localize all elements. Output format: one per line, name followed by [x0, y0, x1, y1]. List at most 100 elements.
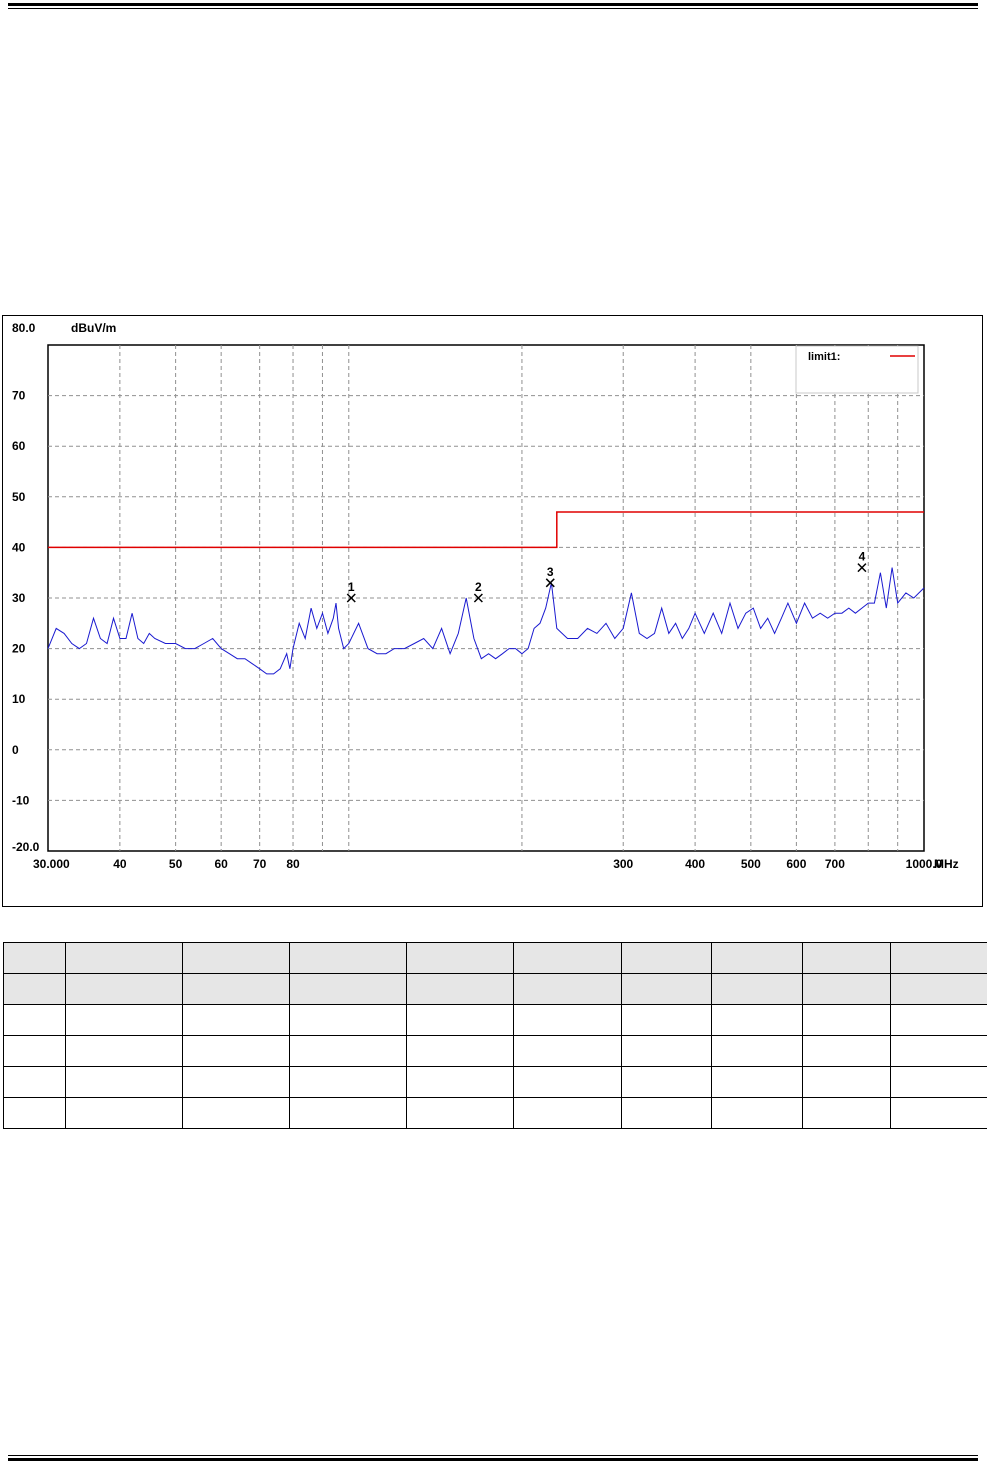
x-tick-label: 300: [613, 857, 633, 871]
table-cell: [406, 1035, 514, 1067]
table-cell: [3, 1004, 66, 1036]
x-tick-label: 30.000: [33, 857, 70, 871]
table-cell: [621, 1097, 712, 1129]
peak-marker-label: 1: [348, 580, 355, 594]
table-cell: [802, 973, 891, 1005]
y-tick-label: 60: [12, 439, 26, 453]
table-cell: [621, 1035, 712, 1067]
y-tick-label: 10: [12, 692, 26, 706]
table-cell: [513, 1004, 622, 1036]
table-cell: [182, 1035, 290, 1067]
table-cell: [513, 1035, 622, 1067]
table-cell: [65, 973, 183, 1005]
table-cell: [621, 973, 712, 1005]
table-cell: [182, 1097, 290, 1129]
header-rule-thick: [8, 3, 978, 6]
table-cell: [513, 942, 622, 974]
table-cell: [289, 1035, 407, 1067]
table-cell: [406, 942, 514, 974]
table-cell: [289, 973, 407, 1005]
table-cell: [802, 1097, 891, 1129]
table-cell: [513, 1097, 622, 1129]
table-row: [3, 1066, 987, 1098]
table-cell: [802, 942, 891, 974]
table-row: [3, 1004, 987, 1036]
table-cell: [621, 1004, 712, 1036]
table-row: [3, 1097, 987, 1129]
table-cell: [802, 1066, 891, 1098]
table-cell: [65, 1004, 183, 1036]
peak-marker-label: 4: [859, 550, 866, 564]
table-row: [3, 973, 987, 1005]
table-cell: [3, 1035, 66, 1067]
table-cell: [3, 973, 66, 1005]
table-cell: [890, 1097, 987, 1129]
table-cell: [621, 942, 712, 974]
x-tick-label: 40: [113, 857, 127, 871]
table-row: [3, 942, 987, 974]
table-cell: [182, 973, 290, 1005]
table-cell: [890, 1035, 987, 1067]
peak-marker-label: 2: [475, 580, 482, 594]
table-cell: [406, 1097, 514, 1129]
table-cell: [289, 1097, 407, 1129]
table-cell: [406, 973, 514, 1005]
table-cell: [890, 1066, 987, 1098]
x-tick-label: 60: [214, 857, 228, 871]
table-cell: [65, 1097, 183, 1129]
table-cell: [406, 1066, 514, 1098]
y-tick-label: 20: [12, 642, 26, 656]
y-tick-label: 50: [12, 490, 26, 504]
y-unit-label: dBuV/m: [71, 321, 116, 335]
table-cell: [3, 1066, 66, 1098]
table-cell: [890, 973, 987, 1005]
chart-frame: 1 2 3 4 80.0 70 60 50 40 30 20 10 0 -10 -20.0 30.000 40…: [2, 315, 983, 907]
table-cell: [890, 1004, 987, 1036]
header-rule-thin: [8, 8, 978, 9]
y-tick-label: -20.0: [12, 840, 40, 854]
table-cell: [711, 1097, 803, 1129]
table-cell: [182, 1066, 290, 1098]
y-tick-label: 70: [12, 389, 26, 403]
table-cell: [711, 942, 803, 974]
x-tick-label: 80: [286, 857, 300, 871]
table-cell: [406, 1004, 514, 1036]
x-tick-label: 70: [253, 857, 267, 871]
data-table: [3, 942, 987, 1129]
table-cell: [711, 1004, 803, 1036]
table-cell: [513, 1066, 622, 1098]
peak-marker-label: 3: [547, 565, 554, 579]
chart-svg: 1 2 3 4 80.0 70 60 50 40 30 20 10 0 -10 -20.0 30.000 40…: [12, 321, 959, 871]
table-cell: [802, 1035, 891, 1067]
footer-rule-thick: [8, 1458, 978, 1461]
table-cell: [3, 1097, 66, 1129]
y-tick-label: 30: [12, 591, 26, 605]
table-cell: [513, 973, 622, 1005]
table-cell: [3, 942, 66, 974]
y-tick-label: 40: [12, 540, 26, 554]
table-cell: [289, 1004, 407, 1036]
table-cell: [182, 942, 290, 974]
y-tick-label: 80.0: [12, 321, 36, 335]
footer-rule-thin: [8, 1455, 978, 1456]
y-tick-label: 0: [12, 743, 19, 757]
legend-label: limit1:: [808, 351, 840, 363]
table-cell: [621, 1066, 712, 1098]
table-cell: [802, 1004, 891, 1036]
table-cell: [711, 1066, 803, 1098]
table-cell: [65, 942, 183, 974]
x-tick-label: 600: [786, 857, 806, 871]
table-cell: [711, 1035, 803, 1067]
x-unit-label: MHz: [934, 857, 959, 871]
table-cell: [289, 942, 407, 974]
table-row: [3, 1035, 987, 1067]
table-cell: [182, 1004, 290, 1036]
table-cell: [711, 973, 803, 1005]
x-tick-label: 500: [741, 857, 761, 871]
x-tick-label: 400: [685, 857, 705, 871]
x-tick-label: 50: [169, 857, 183, 871]
table-cell: [65, 1066, 183, 1098]
legend-box: limit1:: [795, 345, 919, 394]
table-cell: [65, 1035, 183, 1067]
table-cell: [289, 1066, 407, 1098]
